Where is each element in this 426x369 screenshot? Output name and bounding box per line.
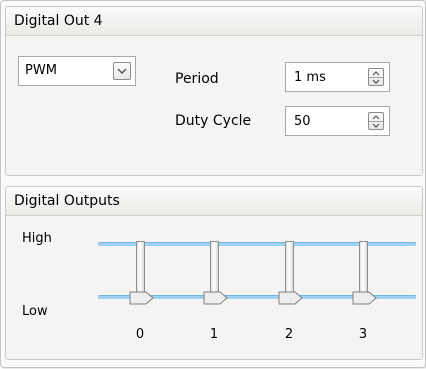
slider-handle[interactable] xyxy=(203,291,229,305)
slider-handle[interactable] xyxy=(129,291,155,305)
channel-1-slider[interactable]: 1 xyxy=(202,238,232,348)
channel-label: 3 xyxy=(358,327,368,342)
channel-2-slider[interactable]: 2 xyxy=(277,238,307,348)
slider-handle[interactable] xyxy=(278,291,304,305)
channel-label: 1 xyxy=(209,327,219,342)
low-level-label: Low xyxy=(22,304,48,319)
high-level-label: High xyxy=(22,231,52,246)
digital-out-title: Digital Out 4 xyxy=(14,13,103,29)
chevron-up-icon[interactable] xyxy=(372,114,380,120)
chevron-down-icon[interactable] xyxy=(372,79,380,85)
channel-label: 2 xyxy=(284,327,294,342)
channel-label: 0 xyxy=(135,327,145,342)
chevron-down-icon[interactable] xyxy=(372,123,380,129)
chevron-up-icon[interactable] xyxy=(372,70,380,76)
channel-0-slider[interactable]: 0 xyxy=(128,238,158,348)
period-stepper[interactable]: 1 ms xyxy=(285,62,390,92)
period-label: Period xyxy=(175,71,219,87)
dropdown-button[interactable] xyxy=(113,62,131,80)
channel-3-slider[interactable]: 3 xyxy=(351,238,381,348)
duty-cycle-value: 50 xyxy=(294,114,311,129)
digital-outputs-title: Digital Outputs xyxy=(14,193,120,209)
period-value: 1 ms xyxy=(294,70,326,85)
duty-cycle-spin-buttons[interactable] xyxy=(368,112,384,130)
chevron-down-icon xyxy=(117,68,127,74)
slider-handle[interactable] xyxy=(352,291,378,305)
digital-outputs-header: Digital Outputs xyxy=(6,187,422,216)
period-spin-buttons[interactable] xyxy=(368,68,384,86)
duty-cycle-stepper[interactable]: 50 xyxy=(285,106,390,136)
mode-select[interactable]: PWM xyxy=(18,56,136,86)
digital-out-header: Digital Out 4 xyxy=(6,7,422,36)
duty-cycle-label: Duty Cycle xyxy=(175,113,252,129)
mode-select-value: PWM xyxy=(25,63,57,78)
